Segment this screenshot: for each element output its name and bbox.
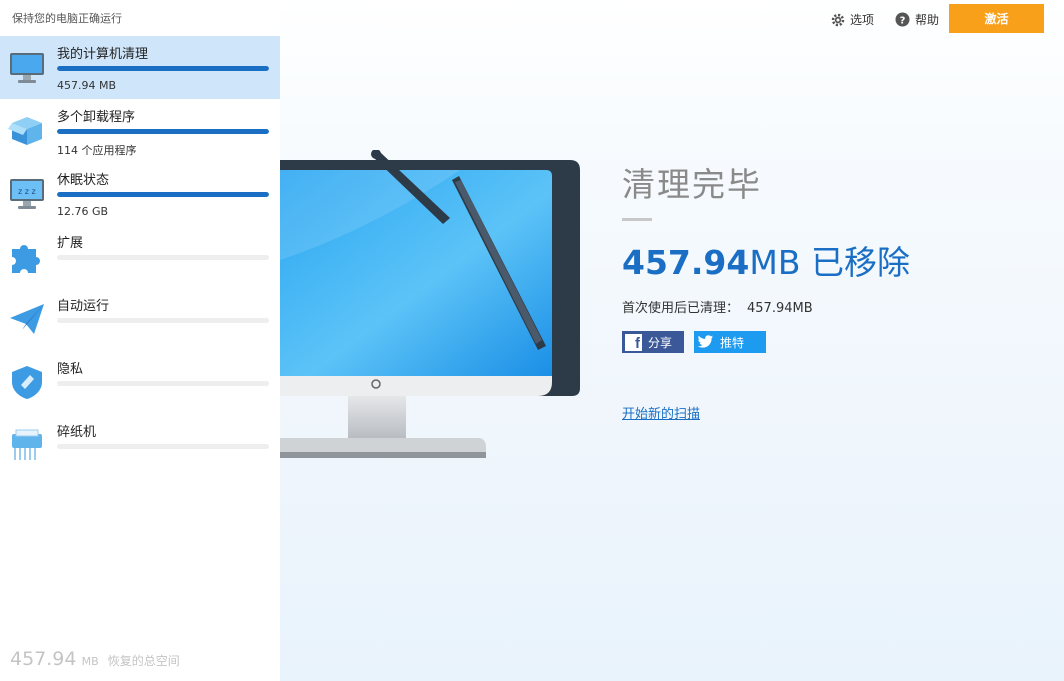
since-first-use-label: 首次使用后已清理： (622, 301, 740, 316)
twitter-icon (697, 335, 714, 348)
progress-fill (57, 192, 269, 197)
sidebar-item-my-computer-cleanup[interactable]: 我的计算机清理 457.94 MB (0, 36, 280, 99)
progress-bar (57, 255, 269, 260)
sidebar-item-meta: 12.76 GB (57, 205, 109, 218)
start-new-scan-link[interactable]: 开始新的扫描 (622, 403, 700, 422)
progress-bar (57, 381, 269, 386)
svg-text:?: ? (900, 15, 906, 26)
monitor-illustration (280, 150, 580, 458)
sidebar-item-extensions[interactable]: 扩展 (0, 225, 280, 288)
sidebar-item-hibernation[interactable]: z z z 休眠状态 12.76 GB (0, 162, 280, 225)
facebook-icon: f (625, 333, 642, 352)
progress-bar (57, 66, 269, 71)
monitor-icon (10, 53, 44, 83)
sidebar-item-meta: 114 个应用程序 (57, 144, 137, 157)
sidebar-item-autorun[interactable]: 自动运行 (0, 288, 280, 351)
options-button[interactable]: 选项 (831, 11, 874, 28)
progress-bar (57, 129, 269, 134)
sidebar: 保持您的电脑正确运行 我的计算机清理 457.94 MB 多个卸载程序 114 … (0, 0, 280, 681)
facebook-share-label: 分享 (648, 335, 673, 350)
since-first-use-value: 457.94MB (747, 301, 813, 316)
sidebar-item-label: 隐私 (57, 362, 84, 377)
twitter-share-label: 推特 (720, 335, 745, 350)
main-panel: 选项 ? 帮助 激活 清理完毕 457.94MB 已移除 首次使用后已清理： 4… (280, 0, 1064, 681)
sleep-monitor-icon: z z z (10, 179, 44, 209)
sidebar-item-label: 休眠状态 (57, 173, 110, 188)
facebook-share-button[interactable]: f 分享 (622, 331, 684, 353)
activate-button[interactable]: 激活 (949, 4, 1044, 33)
cleanup-complete-title: 清理完毕 (622, 165, 762, 204)
total-recovered: 457.94 MB 恢复的总空间 (10, 648, 180, 670)
sidebar-item-label: 多个卸载程序 (57, 110, 136, 125)
total-recovered-label: 恢复的总空间 (107, 654, 180, 668)
sidebar-item-uninstaller[interactable]: 多个卸载程序 114 个应用程序 (0, 99, 280, 162)
total-recovered-unit: MB (81, 655, 99, 668)
progress-fill (57, 66, 269, 71)
divider (622, 218, 652, 221)
options-label: 选项 (850, 13, 875, 27)
sidebar-item-meta: 457.94 MB (57, 79, 117, 92)
sidebar-item-label: 我的计算机清理 (57, 47, 149, 62)
nav-list: 我的计算机清理 457.94 MB 多个卸载程序 114 个应用程序 z z z (0, 36, 280, 477)
sidebar-item-label: 碎纸机 (57, 425, 97, 440)
removed-summary: 457.94MB 已移除 (622, 236, 910, 284)
gear-icon (831, 13, 845, 26)
removed-unit-text: MB 已移除 (749, 243, 910, 282)
sidebar-item-label: 自动运行 (57, 299, 110, 314)
shield-icon (12, 366, 42, 399)
progress-bar (57, 444, 269, 449)
progress-fill (57, 129, 269, 134)
shredder-icon (12, 429, 42, 460)
sidebar-item-shredder[interactable]: 碎纸机 (0, 414, 280, 477)
removed-number: 457.94 (622, 243, 750, 282)
progress-bar (57, 318, 269, 323)
app-subtitle: 保持您的电脑正确运行 (12, 12, 122, 25)
since-first-use: 首次使用后已清理： 457.94MB (622, 297, 813, 316)
puzzle-icon (12, 245, 40, 273)
sidebar-item-label: 扩展 (57, 236, 84, 251)
progress-bar (57, 192, 269, 197)
svg-text:z z z: z z z (18, 187, 36, 196)
sidebar-item-privacy[interactable]: 隐私 (0, 351, 280, 414)
help-icon: ? (895, 12, 910, 27)
box-icon (8, 117, 42, 145)
twitter-share-button[interactable]: 推特 (694, 331, 766, 353)
help-label: 帮助 (915, 13, 940, 27)
paper-plane-icon (10, 304, 44, 334)
help-button[interactable]: ? 帮助 (895, 11, 939, 28)
total-recovered-number: 457.94 (10, 648, 77, 670)
